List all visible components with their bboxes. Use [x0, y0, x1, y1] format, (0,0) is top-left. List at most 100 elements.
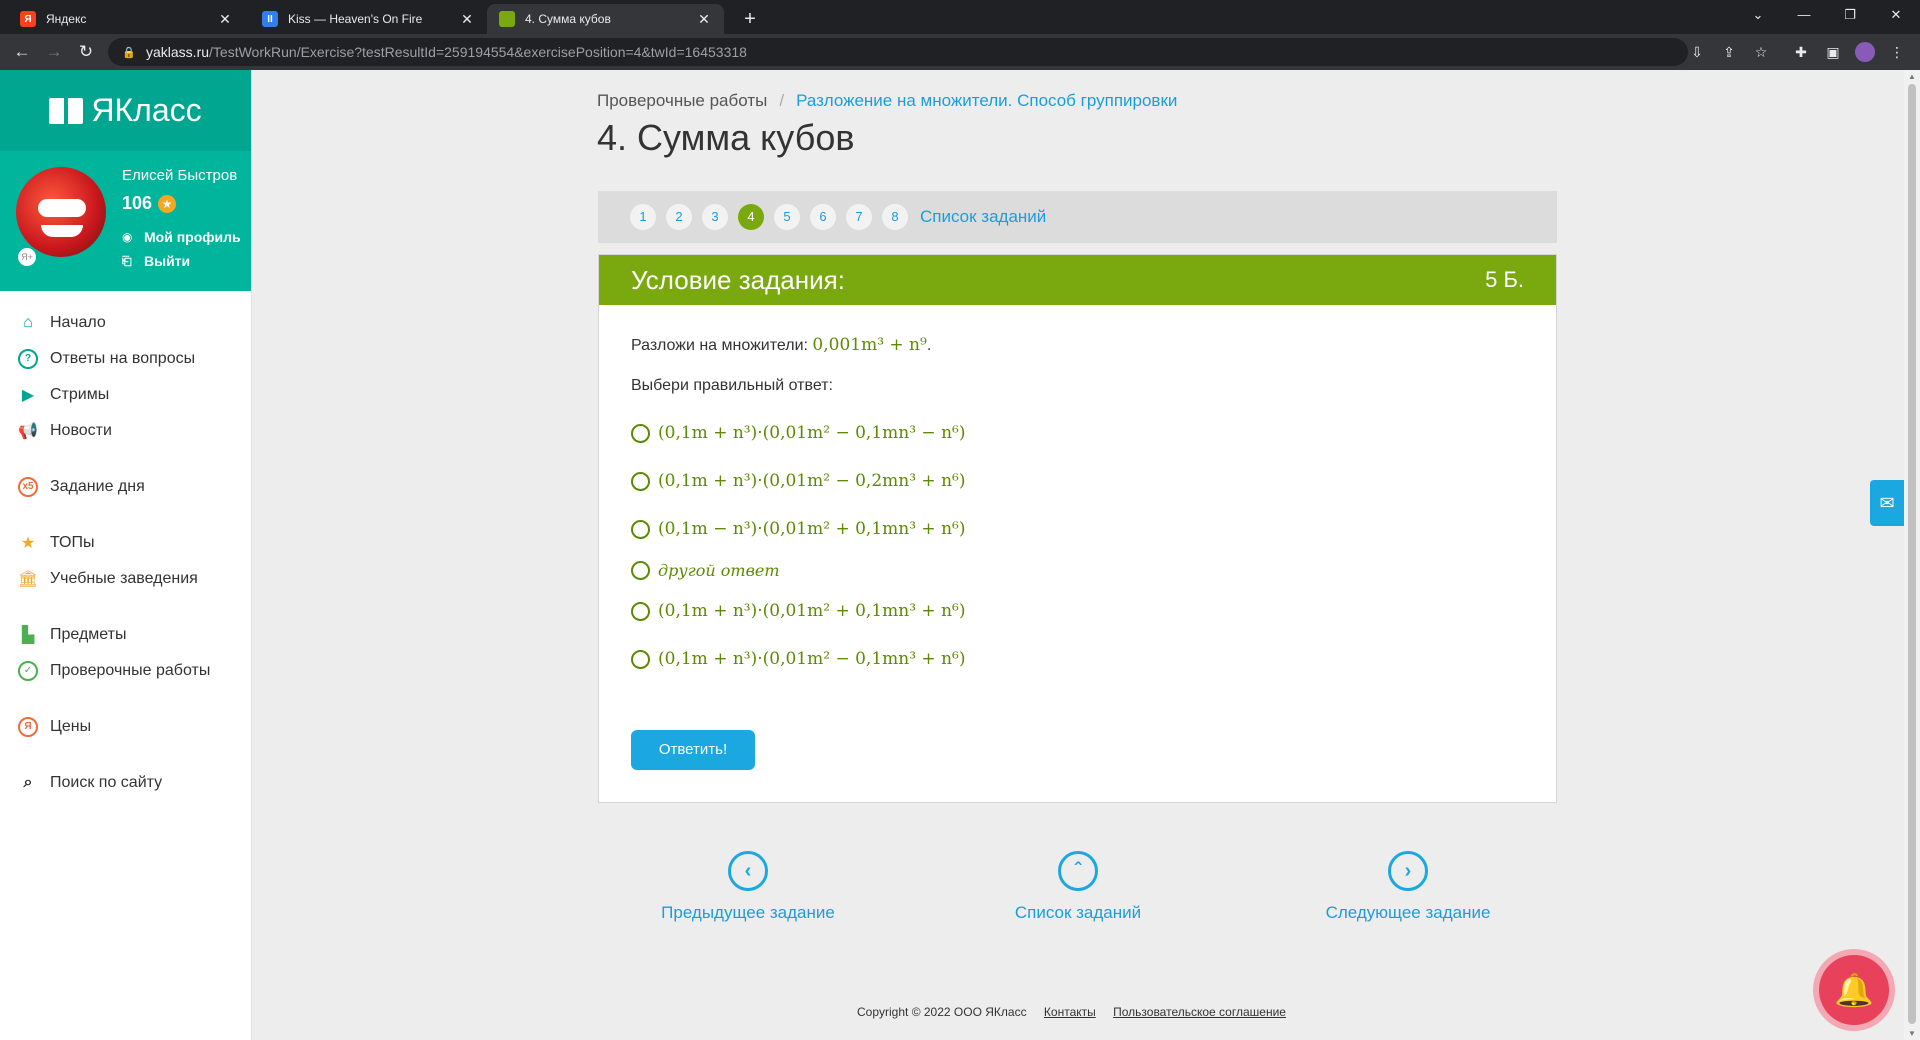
- option-2[interactable]: (0,1m + n³)·(0,01m² − 0,2mn³ + n⁶): [631, 457, 1524, 505]
- home-icon: ⌂: [23, 314, 33, 331]
- share-icon[interactable]: ⇪: [1719, 42, 1739, 62]
- sidebar-item-streams[interactable]: ▶ Стримы: [0, 377, 251, 413]
- url-host: yaklass.ru: [146, 44, 210, 60]
- browser-tab-yandex[interactable]: Я Яндекс ✕: [8, 4, 245, 34]
- address-bar-row: ← → ↻ 🔒 yaklass.ru/TestWorkRun/Exercise?…: [0, 34, 1920, 70]
- next-task-label[interactable]: Следующее задание: [1308, 903, 1508, 923]
- feedback-mail-icon[interactable]: ✉: [1870, 480, 1904, 526]
- tab-title: 4. Сумма кубов: [525, 12, 611, 26]
- sidebar-item-label: Стримы: [50, 386, 110, 403]
- user-profile-card: Я+ Елисей Быстров 106 ★ ◉ Мой профиль ⎗ …: [0, 151, 251, 291]
- submit-answer-button[interactable]: Ответить!: [631, 730, 755, 770]
- task-list-link[interactable]: Список заданий: [920, 207, 1046, 227]
- prev-task-nav[interactable]: ‹ Предыдущее задание: [648, 851, 848, 923]
- tab-title: Яндекс: [46, 12, 87, 26]
- forward-icon[interactable]: →: [42, 40, 66, 64]
- sidebar-item-tops[interactable]: ★ ТОПы: [0, 525, 251, 561]
- book-logo-icon: [49, 97, 84, 124]
- option-1[interactable]: (0,1m + n³)·(0,01m² − 0,1mn³ − n⁶): [631, 409, 1524, 457]
- task-header-title: Условие задания:: [631, 264, 845, 295]
- prev-task-label[interactable]: Предыдущее задание: [648, 903, 848, 923]
- tab-search-chevron-icon[interactable]: ⌄: [1735, 0, 1781, 30]
- page-2-button[interactable]: 2: [666, 204, 692, 230]
- radio-button[interactable]: [631, 560, 650, 580]
- minimize-button[interactable]: —: [1781, 0, 1827, 30]
- scrollbar-thumb[interactable]: [1908, 84, 1916, 1024]
- page-7-button[interactable]: 7: [846, 204, 872, 230]
- page-1-button[interactable]: 1: [630, 204, 656, 230]
- breadcrumb-current-link[interactable]: Разложение на множители. Способ группиро…: [796, 91, 1177, 110]
- bookmark-star-icon[interactable]: ☆: [1751, 42, 1771, 62]
- page-5-button[interactable]: 5: [774, 204, 800, 230]
- next-task-nav[interactable]: › Следующее задание: [1308, 851, 1508, 923]
- close-tab-icon[interactable]: ✕: [696, 11, 712, 28]
- sidebar-item-schools[interactable]: 🏛 Учебные заведения: [0, 561, 251, 597]
- chevron-up-icon[interactable]: ˆ: [1058, 851, 1098, 891]
- radio-button[interactable]: [631, 471, 650, 491]
- sidebar-item-news[interactable]: 📢 Новости: [0, 413, 251, 449]
- browser-tab-active[interactable]: 4. Сумма кубов ✕: [487, 4, 724, 34]
- menu-kebab-icon[interactable]: ⋮: [1887, 42, 1907, 62]
- user-points: 106 ★: [122, 193, 177, 214]
- page-scrollbar[interactable]: ▲ ▼: [1904, 70, 1920, 1040]
- profile-avatar-icon[interactable]: [1855, 42, 1875, 62]
- task-list-nav[interactable]: ˆ Список заданий: [978, 851, 1178, 923]
- sidebar-item-daily-task[interactable]: x5 Задание дня: [0, 469, 251, 505]
- scroll-down-arrow-icon[interactable]: ▼: [1904, 1029, 1920, 1038]
- user-avatar[interactable]: [16, 167, 106, 257]
- radio-button[interactable]: [631, 649, 650, 669]
- building-icon: 🏛: [17, 571, 39, 588]
- radio-button[interactable]: [631, 601, 650, 621]
- back-icon[interactable]: ←: [10, 40, 34, 64]
- my-profile-link[interactable]: ◉ Мой профиль: [122, 229, 241, 245]
- lock-icon: 🔒: [122, 46, 136, 59]
- page-8-button[interactable]: 8: [882, 204, 908, 230]
- sidebar-item-label: Ответы на вопросы: [50, 350, 196, 367]
- breadcrumb-root[interactable]: Проверочные работы: [597, 91, 767, 110]
- question-prefix: Разложи на множители:: [631, 337, 808, 354]
- restore-button[interactable]: ❐: [1827, 0, 1873, 30]
- question-math: 0,001m³ + n⁹: [812, 335, 927, 355]
- notifications-button[interactable]: 🔔: [1813, 949, 1895, 1031]
- radio-button[interactable]: [631, 423, 650, 443]
- sidebar-item-tests[interactable]: ✓ Проверочные работы: [0, 653, 251, 689]
- chevron-left-icon[interactable]: ‹: [728, 851, 768, 891]
- site-logo[interactable]: ЯКласс: [0, 70, 251, 151]
- option-4[interactable]: другой ответ: [631, 553, 1524, 587]
- url-input[interactable]: 🔒 yaklass.ru/TestWorkRun/Exercise?testRe…: [108, 38, 1688, 66]
- contacts-link[interactable]: Контакты: [1044, 1005, 1096, 1019]
- my-profile-label: Мой профиль: [144, 229, 241, 245]
- logout-door-icon: ⎗: [122, 253, 132, 268]
- page-3-button[interactable]: 3: [702, 204, 728, 230]
- browser-tab-kiss[interactable]: II Kiss — Heaven's On Fire ✕: [250, 4, 487, 34]
- scroll-up-arrow-icon[interactable]: ▲: [1904, 72, 1920, 81]
- sidebar-item-subjects[interactable]: ▙ Предметы: [0, 617, 251, 653]
- option-3[interactable]: (0,1m − n³)·(0,01m² + 0,1mn³ + n⁶): [631, 505, 1524, 553]
- reload-icon[interactable]: ↻: [74, 40, 98, 64]
- chevron-right-icon[interactable]: ›: [1388, 851, 1428, 891]
- logout-link[interactable]: ⎗ Выйти: [122, 253, 190, 269]
- side-panel-icon[interactable]: ▣: [1823, 42, 1843, 62]
- page-4-button-current[interactable]: 4: [738, 204, 764, 230]
- sidebar-item-answers[interactable]: ? Ответы на вопросы: [0, 341, 251, 377]
- close-window-button[interactable]: ✕: [1873, 0, 1919, 30]
- task-list-label[interactable]: Список заданий: [978, 903, 1178, 923]
- option-5[interactable]: (0,1m + n³)·(0,01m² + 0,1mn³ + n⁶): [631, 587, 1524, 635]
- sidebar-item-home[interactable]: ⌂ Начало: [0, 305, 251, 341]
- new-tab-button[interactable]: +: [736, 6, 764, 32]
- install-icon[interactable]: ⇩: [1687, 42, 1707, 62]
- agreement-link[interactable]: Пользовательское соглашение: [1113, 1005, 1286, 1019]
- sidebar-item-label: Новости: [50, 422, 112, 439]
- page-6-button[interactable]: 6: [810, 204, 836, 230]
- close-tab-icon[interactable]: ✕: [459, 11, 475, 28]
- extensions-icon[interactable]: ✚: [1791, 42, 1811, 62]
- star-icon: ★: [20, 535, 36, 552]
- sidebar-item-prices[interactable]: Я Цены: [0, 709, 251, 745]
- sidebar-item-search[interactable]: ⌕ Поиск по сайту: [0, 765, 251, 801]
- close-tab-icon[interactable]: ✕: [217, 11, 233, 28]
- ya-plus-badge-icon: Я+: [16, 246, 38, 268]
- option-6[interactable]: (0,1m + n³)·(0,01m² − 0,1mn³ + n⁶): [631, 635, 1524, 683]
- points-value: 106: [122, 193, 153, 213]
- radio-button[interactable]: [631, 519, 650, 539]
- sidebar: ЯКласс Я+ Елисей Быстров 106 ★ ◉ Мой про…: [0, 70, 252, 1040]
